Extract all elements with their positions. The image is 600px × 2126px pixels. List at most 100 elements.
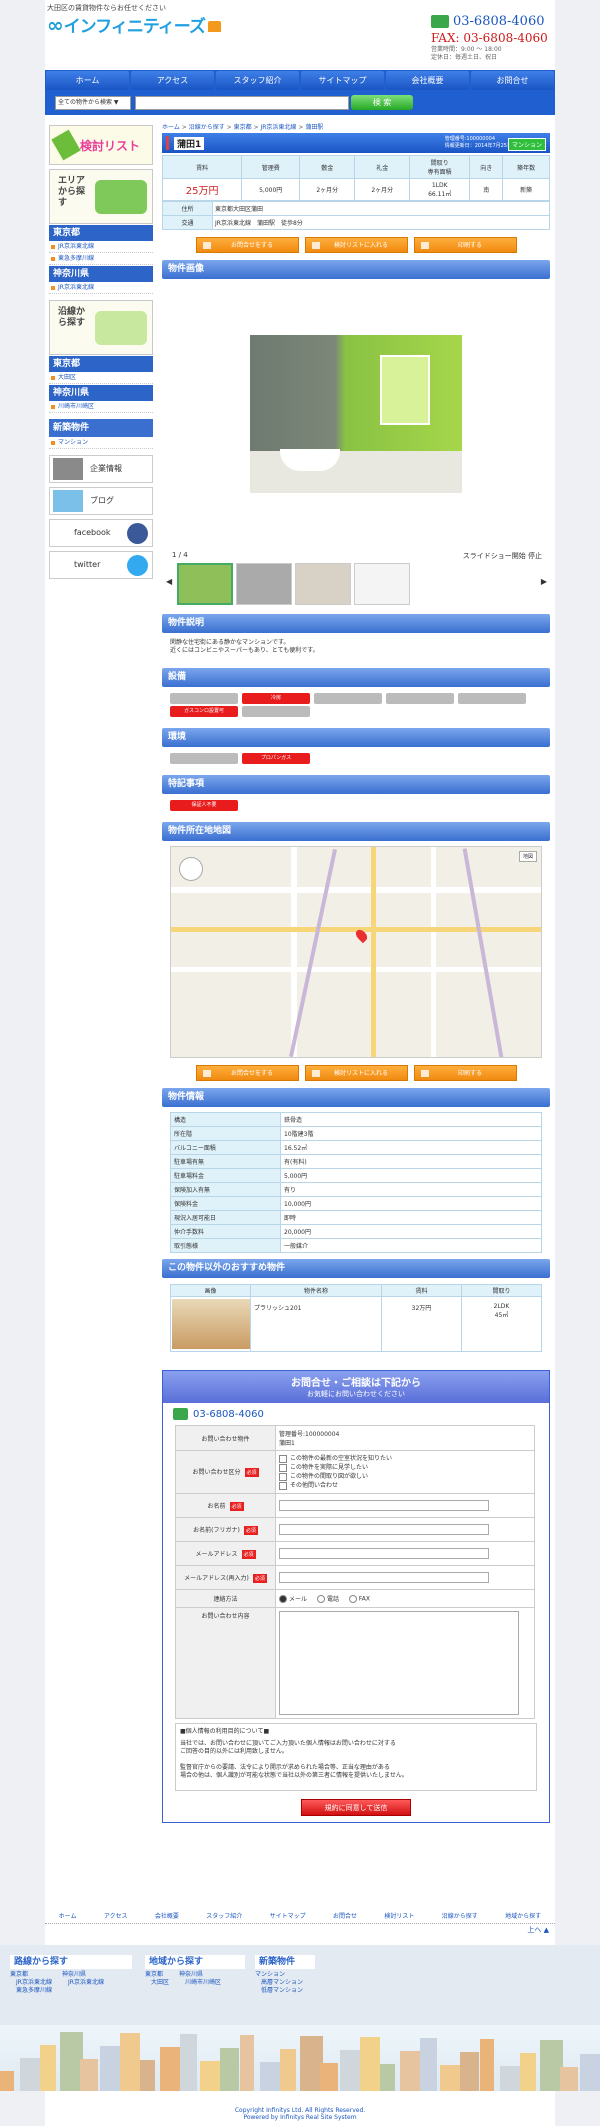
add-to-list-button[interactable]: 検討リストに入れる xyxy=(304,237,408,253)
inquiry-button[interactable]: お問合せをする xyxy=(195,1065,299,1081)
list-banner[interactable]: 検討リスト xyxy=(49,125,153,165)
footer-link[interactable]: 川崎市川崎区 xyxy=(179,1979,221,1987)
gnav-contact[interactable]: お問合せ xyxy=(471,71,554,90)
privacy-notice: ■個人情報の利用目的について■ 当社では、お問い合わせに頂いてご入力頂いた個人情… xyxy=(175,1723,537,1791)
footer-link[interactable]: JR京浜東北線 xyxy=(10,1979,52,1987)
table-row[interactable]: プラリッシュ201 32万円 2LDK 45㎡ xyxy=(170,1296,542,1352)
email-confirm-input[interactable] xyxy=(279,1572,489,1583)
prev-arrow-icon[interactable]: ◀ xyxy=(166,577,172,586)
building-shape xyxy=(80,2059,98,2091)
inquiry-button[interactable]: お問合せをする xyxy=(195,237,299,253)
facebook-icon xyxy=(127,523,148,544)
building-shape xyxy=(140,2060,155,2091)
mgmt-number: 管理番号:100000004 xyxy=(444,136,496,142)
category-checkbox[interactable]: その他問い合わせ xyxy=(279,1481,531,1490)
thumbnail[interactable] xyxy=(295,563,351,605)
breadcrumb: ホーム > 沿線から探す > 東京都 > JR京浜東北線 > 蒲田駅 xyxy=(162,124,324,131)
twitter-banner[interactable]: twitter xyxy=(49,551,153,579)
category-checkbox[interactable]: この物件の最新の空室状況を知りたい xyxy=(279,1454,531,1463)
line-illustration xyxy=(95,311,147,345)
method-radio[interactable]: FAX xyxy=(349,1595,370,1603)
location-map[interactable]: 地図 xyxy=(170,846,542,1058)
spec-value: 1LDK 66.11㎡ xyxy=(409,178,471,201)
gnav-company[interactable]: 会社概要 xyxy=(386,71,469,90)
map-pan-control[interactable] xyxy=(179,857,203,881)
logo-infinity-icon: ∞ xyxy=(47,12,64,37)
line-pref-kanagawa: 神奈川県 xyxy=(49,385,153,401)
add-to-list-button[interactable]: 検討リストに入れる xyxy=(304,1065,408,1081)
category-checkbox[interactable]: この物件を実際に見学したい xyxy=(279,1463,531,1472)
search-scope-select[interactable]: 全ての物件から検索 ▼ xyxy=(55,96,131,110)
special-tags: 保証人不要 xyxy=(162,794,550,817)
site-logo[interactable]: ∞ インフィニティーズ xyxy=(47,12,221,37)
line-link[interactable]: 大田区 xyxy=(49,372,153,384)
footer-link[interactable]: 低層マンション xyxy=(255,1987,315,1995)
gnav-sitemap[interactable]: サイトマップ xyxy=(301,71,384,90)
footer-nav-item[interactable]: アクセス xyxy=(104,1910,128,1923)
recommend-name[interactable]: プラリッシュ201 xyxy=(250,1296,382,1352)
gnav-home[interactable]: ホーム xyxy=(46,71,129,90)
building-shape xyxy=(420,2038,437,2091)
footer-link[interactable]: 東急多摩川線 xyxy=(10,1987,52,1995)
company-banner[interactable]: 企業情報 xyxy=(49,455,153,483)
feature-tag xyxy=(170,693,238,704)
building-shape xyxy=(580,2054,600,2091)
submit-button[interactable]: 規約に同意して送信 xyxy=(301,1799,411,1816)
recommend-photo[interactable] xyxy=(171,1299,250,1349)
thumbnail[interactable] xyxy=(236,563,292,605)
header-tel[interactable]: 03-6808-4060 xyxy=(431,14,551,29)
feature-tag: 保証人不要 xyxy=(170,800,238,811)
footer-nav-item[interactable]: 沿線から探す xyxy=(442,1910,478,1923)
thumbnail[interactable] xyxy=(177,563,233,605)
back-to-top[interactable]: 上へ ▲ xyxy=(527,1925,549,1935)
footer-link[interactable]: 大田区 xyxy=(145,1979,169,1987)
facebook-banner[interactable]: facebook xyxy=(49,519,153,547)
footer-nav-item[interactable]: 地域から探す xyxy=(505,1910,541,1923)
footer-nav-item[interactable]: 会社概要 xyxy=(155,1910,179,1923)
gnav-staff[interactable]: スタッフ紹介 xyxy=(216,71,299,90)
category-checkbox[interactable]: この物件の間取り図が欲しい xyxy=(279,1472,531,1481)
line-link[interactable]: 川崎市川崎区 xyxy=(49,401,153,413)
spec-header: 管理費 xyxy=(241,155,301,179)
building-shape xyxy=(460,2052,479,2091)
area-link[interactable]: JR京浜東北線 xyxy=(49,282,153,294)
email-input[interactable] xyxy=(279,1548,489,1559)
method-radio[interactable]: 電話 xyxy=(317,1594,339,1604)
slideshow-controls[interactable]: スライドショー開始 停止 xyxy=(463,551,542,561)
blog-banner[interactable]: ブログ xyxy=(49,487,153,515)
property-title: 蒲田1 xyxy=(174,137,205,150)
name-input[interactable] xyxy=(279,1500,489,1511)
footer-nav-item[interactable]: お問合せ xyxy=(333,1910,357,1923)
map-type-button[interactable]: 地図 xyxy=(518,851,537,862)
print-button[interactable]: 印刷する xyxy=(413,1065,517,1081)
footer-nav-item[interactable]: ホーム xyxy=(59,1910,77,1923)
footer-nav-item[interactable]: 検討リスト xyxy=(384,1910,414,1923)
message-textarea[interactable] xyxy=(279,1611,519,1715)
print-button[interactable]: 印刷する xyxy=(413,237,517,253)
header-contact: 03-6808-4060 FAX: 03-6808-4060 営業時間：9:00… xyxy=(431,14,551,62)
table-row: 保険料金 10,000円 xyxy=(170,1196,542,1211)
section-description: 物件説明 xyxy=(162,614,550,633)
search-input[interactable] xyxy=(135,96,349,110)
form-tel[interactable]: 03-6808-4060 xyxy=(163,1403,549,1425)
footer-nav: ホーム アクセス 会社概要 スタッフ紹介 サイトマップ お問合せ 検討リスト 沿線から探す 地域… xyxy=(45,1910,555,1924)
search-button[interactable]: 検 索 xyxy=(351,95,413,110)
kana-input[interactable] xyxy=(279,1524,489,1535)
table-row: 所在階 10階建3階 xyxy=(170,1126,542,1141)
area-link[interactable]: JR京浜東北線 xyxy=(49,241,153,253)
area-link[interactable]: 東急多摩川線 xyxy=(49,253,153,265)
footer-nav-item[interactable]: スタッフ紹介 xyxy=(206,1910,242,1923)
gnav-access[interactable]: アクセス xyxy=(131,71,214,90)
footer-link[interactable]: JR京浜東北線 xyxy=(62,1979,104,1987)
section-environment: 環境 xyxy=(162,728,550,747)
footer-nav-item[interactable]: サイトマップ xyxy=(270,1910,306,1923)
footer-link[interactable]: 高層マンション xyxy=(255,1979,315,1987)
method-radio[interactable]: メール xyxy=(279,1594,307,1604)
page-wrapper: 大田区の賃貸物件ならお任せください ∞ インフィニティーズ 03-6808-40… xyxy=(45,0,555,2126)
new-build-link[interactable]: マンション xyxy=(49,437,153,449)
recommend-rent: 32万円 xyxy=(381,1296,462,1352)
next-arrow-icon[interactable]: ▶ xyxy=(541,577,547,586)
thumbnail[interactable] xyxy=(354,563,410,605)
building-shape xyxy=(320,2063,338,2091)
table-row: バルコニー面積 16.52㎡ xyxy=(170,1140,542,1155)
